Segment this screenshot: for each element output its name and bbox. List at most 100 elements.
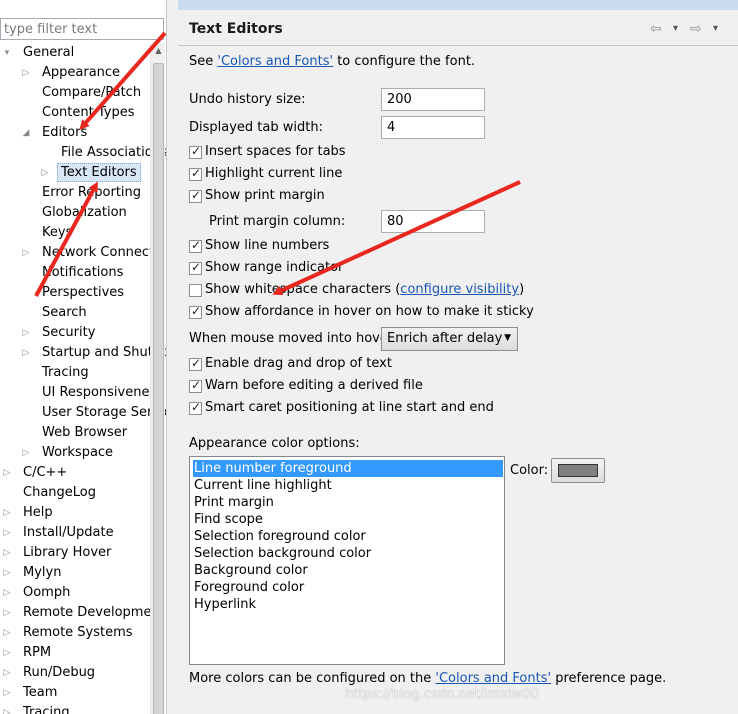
tree-item-network-connections[interactable]: ▷ Network Connections: [0, 243, 166, 263]
expand-arrow-icon[interactable]: ▷: [2, 583, 12, 603]
tree-item-library-hover[interactable]: ▷ Library Hover: [0, 543, 150, 563]
expand-arrow-icon[interactable]: ▷: [2, 623, 12, 643]
expand-arrow-icon[interactable]: ▷: [21, 443, 31, 463]
tree-item-run-debug[interactable]: ▷ Run/Debug: [0, 663, 150, 683]
color-option-item[interactable]: Hyperlink: [193, 596, 503, 613]
tree-item-oomph[interactable]: ▷ Oomph: [0, 583, 150, 603]
view-menu-dropdown-icon[interactable]: ▾: [713, 23, 718, 34]
tree-item-general[interactable]: ▾ General: [0, 43, 150, 63]
tree-item-tracing[interactable]: Tracing: [0, 363, 150, 383]
undo-history-input[interactable]: [381, 88, 485, 111]
tree-item-editors[interactable]: ◢ Editors: [0, 123, 150, 143]
tree-item-label: Keys: [42, 225, 73, 240]
tree-scrollbar[interactable]: ▲: [150, 43, 165, 714]
warn-before-editing-a-derived-file-label: Warn before editing a derived file: [205, 378, 423, 393]
tree-item-team[interactable]: ▷ Team: [0, 683, 150, 703]
hover-mode-dropdown[interactable]: Enrich after delay ▼: [381, 327, 518, 351]
smart-caret-positioning-at-line-start-and-end-checkbox[interactable]: [189, 400, 202, 415]
print-margin-column-input[interactable]: [381, 210, 485, 233]
expand-arrow-icon[interactable]: ▷: [2, 663, 12, 683]
tree-item-workspace[interactable]: ▷ Workspace: [0, 443, 150, 463]
color-option-item[interactable]: Current line highlight: [193, 477, 503, 494]
expand-arrow-icon[interactable]: ▷: [2, 543, 12, 563]
tree-item-keys[interactable]: Keys: [0, 223, 150, 243]
highlight-current-line-checkbox[interactable]: [189, 166, 202, 181]
appearance-color-list[interactable]: Line number foreground Current line highl…: [189, 456, 505, 665]
tree-item-compare-patch[interactable]: Compare/Patch: [0, 83, 150, 103]
expand-arrow-icon[interactable]: ▷: [2, 683, 12, 703]
tree-item-label: Security: [42, 325, 96, 340]
expand-arrow-icon[interactable]: ▷: [2, 703, 12, 714]
tree-item-label: Remote Systems: [23, 625, 133, 640]
expand-arrow-icon[interactable]: ▷: [2, 563, 12, 583]
color-option-item[interactable]: Background color: [193, 562, 503, 579]
color-option-item[interactable]: Foreground color: [193, 579, 503, 596]
tree-item-search[interactable]: Search: [0, 303, 150, 323]
expand-arrow-icon[interactable]: ▷: [2, 603, 12, 623]
enable-drag-and-drop-of-text-checkbox[interactable]: [189, 356, 202, 371]
tree-item-globalization[interactable]: Globalization: [0, 203, 150, 223]
color-option-item[interactable]: Find scope: [193, 511, 503, 528]
tree-item-help[interactable]: ▷ Help: [0, 503, 150, 523]
back-history-dropdown-icon[interactable]: ▾: [673, 23, 678, 34]
whitespace-label-suffix: ): [519, 282, 525, 297]
tree-scrollbar-thumb[interactable]: [153, 63, 164, 714]
tree-item-label: RPM: [23, 645, 52, 660]
show-line-numbers-checkbox[interactable]: [189, 238, 202, 253]
show-affordance-in-hover-on-how-to-make-it-sticky-checkbox[interactable]: [189, 304, 202, 319]
tree-item-remote-development[interactable]: ▷ Remote Development: [0, 603, 165, 623]
expand-arrow-icon[interactable]: ▷: [2, 643, 12, 663]
configure-visibility-link[interactable]: configure visibility: [400, 282, 519, 297]
show-range-indicator-label: Show range indicator: [205, 260, 344, 275]
tree-item-appearance[interactable]: ▷ Appearance: [0, 63, 150, 83]
show-range-indicator-checkbox[interactable]: [189, 260, 202, 275]
page-title: Text Editors: [189, 21, 283, 37]
color-option-item[interactable]: Selection foreground color: [193, 528, 503, 545]
tree-item-c-c-[interactable]: ▷ C/C++: [0, 463, 150, 483]
tree-item-content-types[interactable]: Content Types: [0, 103, 150, 123]
tree-item-rpm[interactable]: ▷ RPM: [0, 643, 150, 663]
footer-colors-and-fonts-link[interactable]: 'Colors and Fonts': [435, 671, 551, 686]
expand-arrow-icon[interactable]: ▷: [21, 343, 31, 363]
tree-item-web-browser[interactable]: Web Browser: [0, 423, 150, 443]
tree-item-changelog[interactable]: ChangeLog: [0, 483, 150, 503]
colors-and-fonts-link[interactable]: 'Colors and Fonts': [217, 54, 333, 69]
expand-arrow-icon[interactable]: ▷: [21, 63, 31, 83]
expand-arrow-icon[interactable]: ▷: [2, 523, 12, 543]
show-print-margin-checkbox[interactable]: [189, 188, 202, 203]
tree-item-tracing[interactable]: ▷ Tracing: [0, 703, 150, 714]
preferences-tree-pane: ▾ General ▷ Appearance Compare/Patch Content …: [0, 0, 167, 714]
expand-arrow-icon[interactable]: ▷: [2, 463, 12, 483]
tree-item-security[interactable]: ▷ Security: [0, 323, 150, 343]
tree-item-text-editors[interactable]: ▷ Text Editors: [0, 163, 150, 183]
filter-input[interactable]: [0, 18, 164, 40]
back-arrow-icon[interactable]: ⇦: [650, 21, 662, 37]
insert-spaces-for-tabs-checkbox[interactable]: [189, 144, 202, 159]
warn-before-editing-a-derived-file-checkbox[interactable]: [189, 378, 202, 393]
tree-item-file-associations[interactable]: File Associations: [0, 143, 166, 163]
color-option-item[interactable]: Print margin: [193, 494, 503, 511]
scroll-up-arrow-icon[interactable]: ▲: [151, 43, 166, 59]
tree-item-user-storage-service[interactable]: User Storage Service: [0, 403, 166, 423]
tree-item-startup-and-shutdown[interactable]: ▷ Startup and Shutdown: [0, 343, 166, 363]
expand-arrow-icon[interactable]: ▷: [2, 503, 12, 523]
tree-item-ui-responsiveness[interactable]: UI Responsiveness: [0, 383, 163, 403]
collapse-arrow-icon[interactable]: ◢: [21, 123, 31, 143]
show-whitespace-characters-checkbox[interactable]: [189, 284, 202, 297]
expand-arrow-icon[interactable]: ▷: [21, 243, 31, 263]
expand-arrow-icon[interactable]: ▷: [21, 323, 31, 343]
color-picker-button[interactable]: [551, 458, 605, 483]
tree-item-remote-systems[interactable]: ▷ Remote Systems: [0, 623, 150, 643]
color-option-item[interactable]: Selection background color: [193, 545, 503, 562]
tree-item-mylyn[interactable]: ▷ Mylyn: [0, 563, 150, 583]
expand-arrow-icon[interactable]: ▷: [40, 163, 50, 183]
tree-item-error-reporting[interactable]: Error Reporting: [0, 183, 150, 203]
tree-item-perspectives[interactable]: Perspectives: [0, 283, 150, 303]
collapse-arrow-icon[interactable]: ▾: [2, 43, 12, 63]
forward-arrow-icon[interactable]: ⇨: [690, 21, 702, 37]
tree-item-label: Appearance: [42, 65, 121, 80]
tree-item-install-update[interactable]: ▷ Install/Update: [0, 523, 150, 543]
tree-item-notifications[interactable]: Notifications: [0, 263, 150, 283]
tab-width-input[interactable]: [381, 116, 485, 139]
color-option-item[interactable]: Line number foreground: [193, 460, 503, 477]
